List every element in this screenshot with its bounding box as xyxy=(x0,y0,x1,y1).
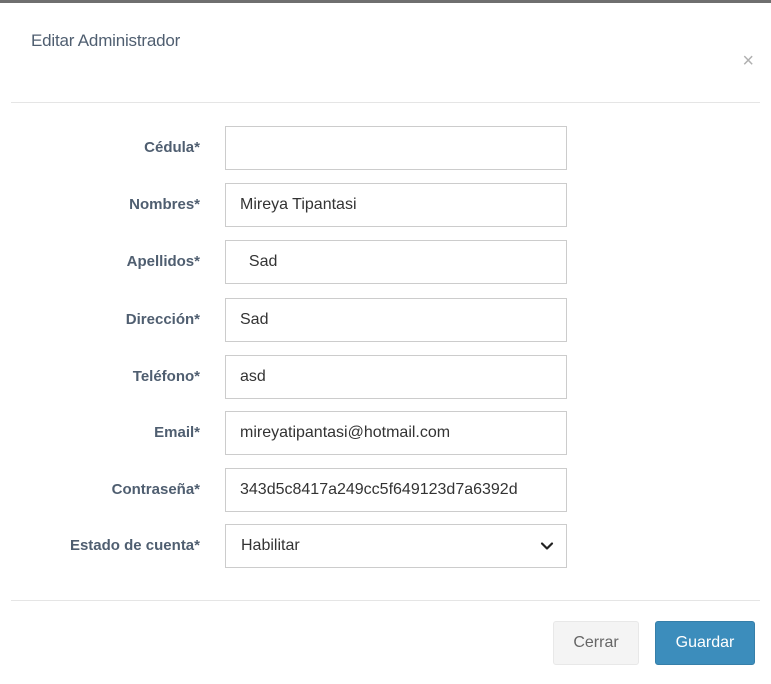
edit-admin-modal: Editar Administrador × Cédula* Nombres* … xyxy=(0,0,771,684)
contrasena-input[interactable] xyxy=(225,468,567,512)
modal-header: Editar Administrador × xyxy=(11,3,760,103)
row-email: Email* xyxy=(0,411,771,455)
row-estado: Estado de cuenta* Habilitar xyxy=(0,524,771,568)
contrasena-label: Contraseña* xyxy=(111,481,200,498)
cedula-label: Cédula* xyxy=(144,139,200,156)
direccion-label: Dirección* xyxy=(125,311,200,328)
row-nombres: Nombres* xyxy=(0,183,771,227)
footer-divider xyxy=(11,600,760,601)
apellidos-label: Apellidos* xyxy=(126,253,200,270)
row-apellidos: Apellidos* xyxy=(0,240,771,284)
email-label: Email* xyxy=(154,424,200,441)
telefono-input[interactable] xyxy=(225,355,567,399)
apellidos-input[interactable] xyxy=(225,240,567,284)
modal-title: Editar Administrador xyxy=(31,31,181,50)
email-input[interactable] xyxy=(225,411,567,455)
nombres-label: Nombres* xyxy=(129,196,200,213)
telefono-label: Teléfono* xyxy=(132,368,200,385)
row-cedula: Cédula* xyxy=(0,126,771,170)
row-direccion: Dirección* xyxy=(0,298,771,342)
close-icon[interactable]: × xyxy=(742,51,754,71)
save-button[interactable]: Guardar xyxy=(655,621,755,665)
estado-select[interactable]: Habilitar xyxy=(225,524,567,568)
cedula-input[interactable] xyxy=(225,126,567,170)
nombres-input[interactable] xyxy=(225,183,567,227)
row-telefono: Teléfono* xyxy=(0,355,771,399)
estado-label: Estado de cuenta* xyxy=(69,537,200,554)
estado-selected-value: Habilitar xyxy=(241,537,300,554)
chevron-down-icon xyxy=(540,542,554,550)
close-button[interactable]: Cerrar xyxy=(553,621,639,665)
direccion-input[interactable] xyxy=(225,298,567,342)
row-contrasena: Contraseña* xyxy=(0,468,771,512)
